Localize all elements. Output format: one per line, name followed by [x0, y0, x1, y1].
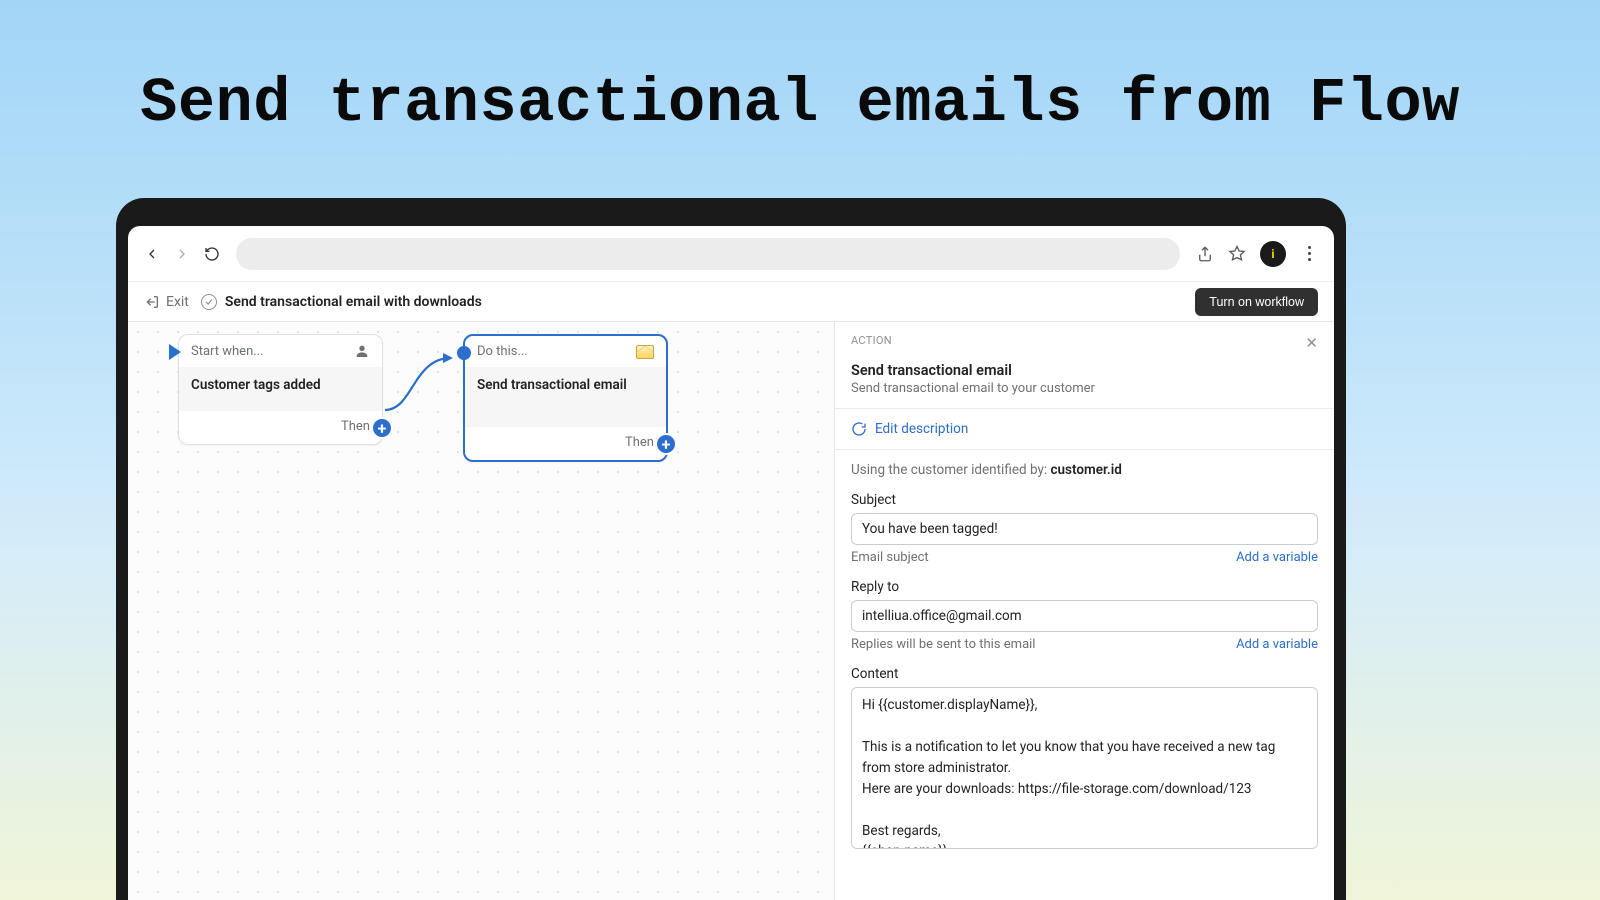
content-label: Content [851, 666, 1318, 682]
using-customer-line: Using the customer identified by: custom… [851, 462, 1318, 478]
replyto-label: Reply to [851, 579, 1318, 595]
share-icon[interactable] [1196, 245, 1214, 263]
trigger-card[interactable]: Start when... Customer tags added Then + [178, 334, 383, 445]
flow-canvas[interactable]: Start when... Customer tags added Then + [128, 322, 834, 900]
trigger-then-label: Then [341, 419, 370, 434]
turn-on-workflow-button[interactable]: Turn on workflow [1195, 288, 1318, 316]
subject-help: Email subject [851, 550, 929, 565]
reload-icon[interactable] [204, 246, 220, 262]
panel-title: Send transactional email [851, 362, 1318, 379]
trigger-start-icon [169, 344, 181, 360]
trigger-title: Customer tags added [179, 367, 382, 411]
edit-description-button[interactable]: Edit description [851, 421, 1318, 437]
panel-section-label: ACTION [851, 334, 892, 347]
close-panel-icon[interactable]: ✕ [1305, 334, 1318, 352]
trigger-header-label: Start when... [191, 344, 264, 359]
action-input-anchor-icon [457, 346, 471, 360]
url-bar[interactable] [236, 238, 1180, 270]
subject-input[interactable] [851, 513, 1318, 545]
exit-label: Exit [166, 294, 189, 310]
flow-connector [383, 350, 453, 420]
action-config-panel: ACTION ✕ Send transactional email Send t… [834, 322, 1334, 900]
browser-menu-icon[interactable] [1300, 246, 1318, 261]
browser-toolbar: i [128, 226, 1334, 282]
customer-icon [354, 343, 370, 359]
app-header: Exit Send transactional email with downl… [128, 282, 1334, 322]
replyto-input[interactable] [851, 600, 1318, 632]
panel-subtitle: Send transactional email to your custome… [851, 381, 1318, 396]
forward-icon[interactable] [174, 246, 190, 262]
replyto-help: Replies will be sent to this email [851, 637, 1035, 652]
action-card[interactable]: Do this... Send transactional email Then… [463, 334, 668, 462]
content-textarea[interactable] [851, 687, 1318, 849]
hero-title: Send transactional emails from Flow [0, 0, 1600, 139]
workflow-title: Send transactional email with downloads [225, 294, 482, 310]
action-title: Send transactional email [465, 367, 666, 427]
subject-add-variable-link[interactable]: Add a variable [1236, 550, 1318, 565]
action-then-label: Then [625, 435, 654, 450]
device-frame: i Exit Send transactional email with dow… [116, 198, 1346, 900]
add-step-icon[interactable]: + [655, 433, 677, 455]
profile-avatar[interactable]: i [1260, 241, 1286, 267]
workflow-title-wrap[interactable]: Send transactional email with downloads [201, 294, 482, 310]
add-step-icon[interactable]: + [371, 417, 393, 439]
back-icon[interactable] [144, 246, 160, 262]
edit-description-label: Edit description [875, 421, 968, 437]
subject-label: Subject [851, 492, 1318, 508]
exit-button[interactable]: Exit [144, 294, 189, 310]
main-area: Start when... Customer tags added Then + [128, 322, 1334, 900]
replyto-add-variable-link[interactable]: Add a variable [1236, 637, 1318, 652]
action-header-label: Do this... [477, 344, 528, 359]
status-check-icon [201, 294, 217, 310]
mail-icon [636, 345, 654, 359]
bookmark-star-icon[interactable] [1228, 245, 1246, 263]
screen: i Exit Send transactional email with dow… [128, 226, 1334, 900]
